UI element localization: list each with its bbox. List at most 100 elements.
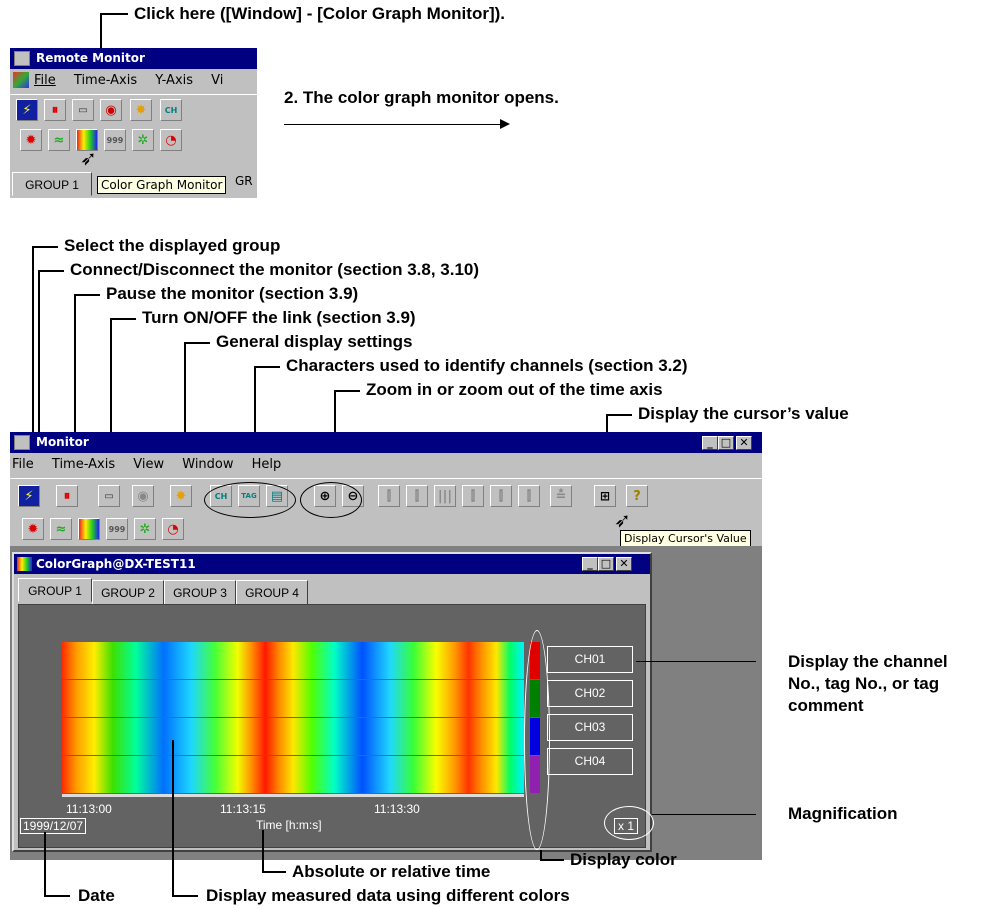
scroll-right-fast-icon[interactable]: ⫿ xyxy=(490,485,512,507)
color-strip-ch03 xyxy=(62,718,524,755)
channel-label-ch01: CH01 xyxy=(547,646,633,673)
scroll-center-icon[interactable]: ||| xyxy=(434,485,456,507)
highlight-oval-magnification xyxy=(604,806,654,840)
close-icon[interactable]: ✕ xyxy=(736,436,752,450)
callout-display-color: Display color xyxy=(570,850,677,869)
connect-button[interactable]: ⚡ xyxy=(18,485,40,507)
tab-label: GROUP 4 xyxy=(245,586,299,600)
cursor-value-button[interactable]: ⊞ xyxy=(594,485,616,507)
tab-partial: GR xyxy=(235,174,253,188)
circle-chart-icon[interactable]: ◔ xyxy=(162,518,184,540)
channel-label-ch02: CH02 xyxy=(547,680,633,707)
trend-icon[interactable]: ≈ xyxy=(48,129,70,151)
tab-label: GROUP 2 xyxy=(101,586,155,600)
trend-icon[interactable]: ≈ xyxy=(50,518,72,540)
pause-button[interactable]: ⏸ xyxy=(44,99,66,121)
record-button[interactable]: ◉ xyxy=(100,99,122,121)
menu-y-axis[interactable]: Y-Axis xyxy=(155,70,193,92)
color-graph-monitor-button[interactable] xyxy=(78,518,100,540)
leader-line xyxy=(636,661,756,662)
num-label: 999 xyxy=(108,524,126,534)
record-button[interactable]: ◉ xyxy=(132,485,154,507)
callout-connect: Connect/Disconnect the monitor (section … xyxy=(70,260,480,279)
alarm-icon[interactable]: ✹ xyxy=(22,518,44,540)
callout-select-group: Select the displayed group xyxy=(64,236,281,255)
callout-zoom: Zoom in or zoom out of the time axis xyxy=(366,380,663,399)
help-icon[interactable]: ? xyxy=(626,485,648,507)
monitor-window-icon xyxy=(14,435,30,450)
minimize-icon[interactable]: _ xyxy=(702,436,718,450)
menu-view[interactable]: View xyxy=(133,454,164,476)
settings-button[interactable]: ✸ xyxy=(170,485,192,507)
scroll-right-icon[interactable]: ⫿ xyxy=(462,485,484,507)
tab-label: GROUP 3 xyxy=(173,586,227,600)
alarm-icon[interactable]: ✹ xyxy=(20,129,42,151)
scroll-left-icon[interactable]: ⫿ xyxy=(378,485,400,507)
tab-group-1[interactable]: GROUP 1 xyxy=(18,578,92,602)
monitor-app-icon xyxy=(14,51,30,66)
callout-link: Turn ON/OFF the link (section 3.9) xyxy=(142,308,416,327)
monitor-menubar: File Time-Axis View Window Help xyxy=(10,454,762,476)
menu-file[interactable]: File xyxy=(12,454,34,476)
tooltip-color-graph-monitor: Color Graph Monitor xyxy=(97,176,227,194)
channel-label-ch04: CH04 xyxy=(547,748,633,775)
link-button[interactable]: ▭ xyxy=(98,485,120,507)
tab-label: GROUP 1 xyxy=(28,584,82,598)
callout-channel-display: Display the channel xyxy=(788,652,948,671)
date-display: 1999/12/07 xyxy=(20,818,87,834)
digital-icon[interactable]: 999 xyxy=(106,518,128,540)
circle-chart-icon[interactable]: ◔ xyxy=(160,129,182,151)
callout-general: General display settings xyxy=(216,332,413,351)
color-strip-ch04 xyxy=(62,756,524,793)
monitor-titlebar: Monitor xyxy=(10,432,762,453)
fit-icon[interactable]: ≛ xyxy=(550,485,572,507)
leader-line xyxy=(262,830,264,872)
digital-icon[interactable]: 999 xyxy=(104,129,126,151)
time-tick-label: 11:13:15 xyxy=(220,802,266,816)
maximize-icon[interactable]: □ xyxy=(598,557,614,571)
remote-monitor-titlebar: Remote Monitor xyxy=(10,48,257,69)
menu-window[interactable]: Window xyxy=(182,454,233,476)
tab-group-3[interactable]: GROUP 3 xyxy=(164,580,236,604)
monitor-toolbar-1: ⚡ ⏸ ▭ ◉ ✸ CH TAG ▤ ⊕ ⊖ ⫿ ⫿ ||| ⫿ ⫿ ⫿ ≛ ⊞… xyxy=(10,478,762,512)
minimize-icon[interactable]: _ xyxy=(582,557,598,571)
highlight-oval-zoom xyxy=(300,482,362,518)
window-title: Remote Monitor xyxy=(36,51,145,65)
menu-file[interactable]: File xyxy=(34,70,56,92)
pause-button[interactable]: ⏸ xyxy=(56,485,78,507)
settings-button[interactable]: ✸ xyxy=(130,99,152,121)
menu-time-axis[interactable]: Time-Axis xyxy=(74,70,137,92)
remote-monitor-window: Remote Monitor File Time-Axis Y-Axis Vi … xyxy=(10,48,257,198)
menu-view[interactable]: Vi xyxy=(211,70,223,92)
close-icon[interactable]: ✕ xyxy=(616,557,632,571)
tab-group-4[interactable]: GROUP 4 xyxy=(236,580,308,604)
tab-group-1[interactable]: GROUP 1 xyxy=(12,172,92,196)
time-axis-line xyxy=(62,794,524,797)
time-tick-label: 11:13:00 xyxy=(66,802,112,816)
menu-time-axis[interactable]: Time-Axis xyxy=(52,454,115,476)
remote-toolbar-2: ✹ ≈ 999 ✲ ◔ xyxy=(10,126,257,154)
leader-line xyxy=(44,895,70,897)
tooltip-cursor-value: Display Cursor's Value xyxy=(620,530,751,547)
mouse-cursor-icon: ➶ xyxy=(80,146,97,170)
bar-icon[interactable]: ✲ xyxy=(134,518,156,540)
leader-line xyxy=(262,871,286,873)
callout-date: Date xyxy=(78,886,115,905)
link-button[interactable]: ▭ xyxy=(72,99,94,121)
connect-button[interactable]: ⚡ xyxy=(16,99,38,121)
colorgraph-menu-icon xyxy=(13,72,29,88)
monitor-title: Monitor xyxy=(36,435,89,449)
maximize-icon[interactable]: □ xyxy=(718,436,734,450)
ch-label: CH xyxy=(164,105,178,115)
tab-group-2[interactable]: GROUP 2 xyxy=(92,580,164,604)
menu-help[interactable]: Help xyxy=(252,454,282,476)
scroll-end-icon[interactable]: ⫿ xyxy=(518,485,540,507)
bar-icon[interactable]: ✲ xyxy=(132,129,154,151)
leader-line xyxy=(172,740,174,896)
ch-button[interactable]: CH xyxy=(160,99,182,121)
leader-line xyxy=(652,814,756,815)
num-label: 999 xyxy=(106,135,124,145)
monitor-toolbar-2: ✹ ≈ 999 ✲ ◔ xyxy=(10,514,610,544)
colorgraph-window-icon xyxy=(17,557,32,571)
scroll-left-fast-icon[interactable]: ⫿ xyxy=(406,485,428,507)
